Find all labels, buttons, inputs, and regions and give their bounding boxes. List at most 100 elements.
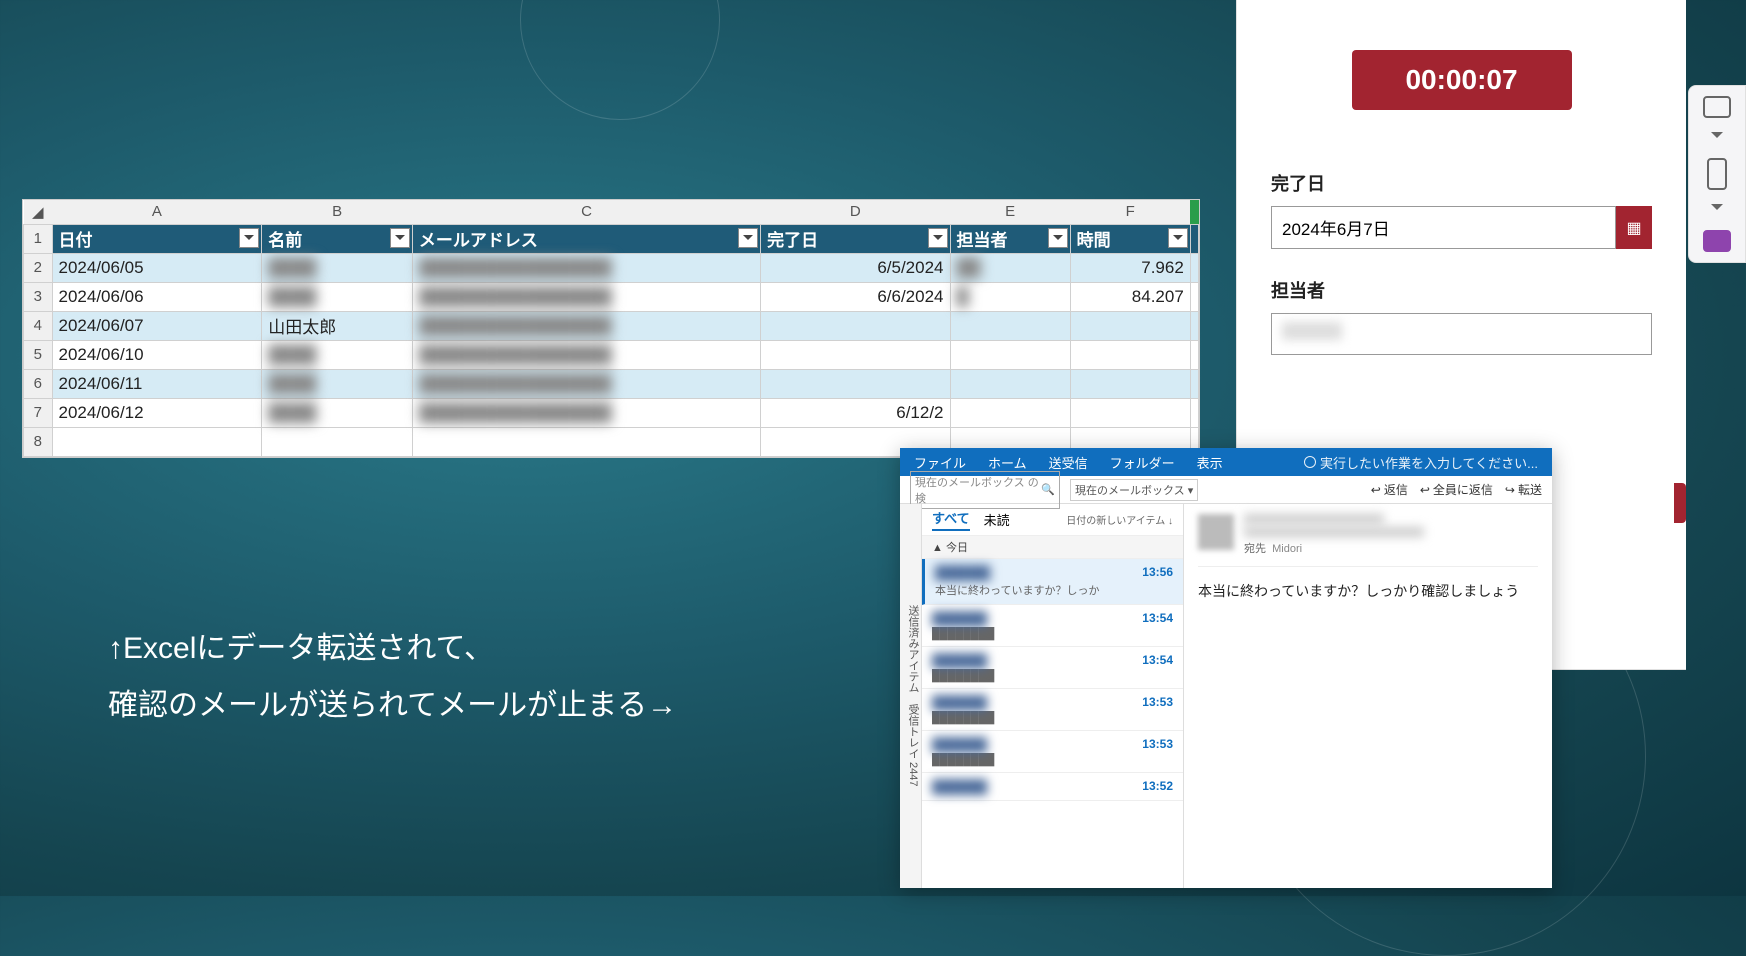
cell-name[interactable]: 山田太郎 [262, 311, 413, 340]
table-header-date[interactable]: 日付 [52, 224, 262, 253]
cell[interactable] [1190, 340, 1198, 369]
col-header-b[interactable]: B [262, 200, 413, 224]
cell-done[interactable] [761, 340, 950, 369]
mail-item[interactable]: ██████ 本当に終わっていますか？しっか 13:56 [922, 559, 1183, 605]
cell-assignee[interactable] [950, 311, 1070, 340]
cell[interactable] [52, 427, 262, 456]
cell-time[interactable]: 84.207 [1070, 282, 1190, 311]
outlook-folder-tab[interactable]: 送信済みアイテム 受信トレイ 2447 [900, 504, 922, 888]
cell-name[interactable]: ████ [262, 369, 413, 398]
cell-date[interactable]: 2024/06/05 [52, 253, 262, 282]
cell-name[interactable]: ████ [262, 253, 413, 282]
mail-item[interactable]: ██████ 13:52 [922, 773, 1183, 801]
cell-assignee[interactable] [950, 369, 1070, 398]
table-header-done[interactable]: 完了日 [761, 224, 950, 253]
col-header-a[interactable]: A [52, 200, 262, 224]
filter-dropdown-icon[interactable] [1168, 228, 1188, 248]
cell[interactable] [1190, 253, 1198, 282]
table-header-name[interactable]: 名前 [262, 224, 413, 253]
cell-time[interactable]: 7.962 [1070, 253, 1190, 282]
done-date-input[interactable]: 2024年6月7日 [1271, 206, 1616, 249]
cell[interactable] [1190, 311, 1198, 340]
row-header[interactable]: 7 [24, 398, 53, 427]
outlook-search-input[interactable]: 現在のメールボックス の検 🔍 [910, 471, 1060, 509]
filter-dropdown-icon[interactable] [390, 228, 410, 248]
date-picker-button[interactable]: ▦ [1616, 206, 1652, 249]
reply-all-button[interactable]: ↩全員に返信 [1420, 481, 1493, 498]
ribbon-tab-sendrecv[interactable]: 送受信 [1049, 453, 1088, 472]
mail-filter-all[interactable]: すべて [932, 508, 970, 531]
table-header-email[interactable]: メールアドレス [412, 224, 760, 253]
cell-time[interactable] [1070, 398, 1190, 427]
tell-me-input[interactable]: 実行したい作業を入力してください... [1304, 453, 1538, 472]
cell-email[interactable]: ████████████████ [412, 340, 760, 369]
ribbon-tab-folder[interactable]: フォルダー [1110, 453, 1175, 472]
cell[interactable] [1190, 369, 1198, 398]
col-header-g[interactable] [1190, 200, 1198, 224]
mail-sort-dropdown[interactable]: 日付の新しいアイテム ↓ [1066, 512, 1173, 527]
row-header[interactable]: 3 [24, 282, 53, 311]
cell-name[interactable]: ████ [262, 398, 413, 427]
cell-email[interactable]: ████████████████ [412, 311, 760, 340]
select-all-cell[interactable]: ◢ [24, 200, 53, 224]
filter-dropdown-icon[interactable] [1048, 228, 1068, 248]
cell-date[interactable]: 2024/06/06 [52, 282, 262, 311]
form-preview-icon[interactable] [1703, 230, 1731, 252]
cell-date[interactable]: 2024/06/07 [52, 311, 262, 340]
cell[interactable] [262, 427, 413, 456]
mail-item[interactable]: ██████████████ 13:54 [922, 605, 1183, 647]
row-header[interactable]: 6 [24, 369, 53, 398]
cell-assignee[interactable] [950, 340, 1070, 369]
ribbon-tab-view[interactable]: 表示 [1197, 453, 1223, 472]
cell-name[interactable]: ████ [262, 282, 413, 311]
cell-done[interactable]: 6/5/2024 [761, 253, 950, 282]
mail-item[interactable]: ██████████████ 13:53 [922, 689, 1183, 731]
cell-assignee[interactable]: █ [950, 282, 1070, 311]
cell[interactable] [1190, 282, 1198, 311]
cell-done[interactable]: 6/6/2024 [761, 282, 950, 311]
row-header[interactable]: 8 [24, 427, 53, 456]
filter-dropdown-icon[interactable] [738, 228, 758, 248]
cell-done[interactable]: 6/12/2 [761, 398, 950, 427]
col-header-d[interactable]: D [761, 200, 950, 224]
cell-email[interactable]: ████████████████ [412, 282, 760, 311]
mail-item[interactable]: ██████████████ 13:53 [922, 731, 1183, 773]
desktop-icon[interactable] [1703, 96, 1731, 118]
filter-dropdown-icon[interactable] [928, 228, 948, 248]
cell-time[interactable] [1070, 311, 1190, 340]
cell-date[interactable]: 2024/06/12 [52, 398, 262, 427]
reply-button[interactable]: ↩返信 [1371, 481, 1408, 498]
cell-assignee[interactable] [950, 398, 1070, 427]
cell-time[interactable] [1070, 369, 1190, 398]
mail-group-today[interactable]: ▲ 今日 [922, 536, 1183, 559]
cell-done[interactable] [761, 311, 950, 340]
table-header-time[interactable]: 時間 [1070, 224, 1190, 253]
search-scope-dropdown[interactable]: 現在のメールボックス ▾ [1070, 479, 1198, 501]
cell-date[interactable]: 2024/06/11 [52, 369, 262, 398]
cell-date[interactable]: 2024/06/10 [52, 340, 262, 369]
cell-name[interactable]: ████ [262, 340, 413, 369]
cell-email[interactable]: ████████████████ [412, 369, 760, 398]
row-header-1[interactable]: 1 [24, 224, 53, 253]
cell-time[interactable] [1070, 340, 1190, 369]
forward-button[interactable]: ↪転送 [1505, 481, 1542, 498]
cell[interactable] [412, 427, 760, 456]
col-header-f[interactable]: F [1070, 200, 1190, 224]
filter-dropdown-icon[interactable] [239, 228, 259, 248]
col-header-e[interactable]: E [950, 200, 1070, 224]
mail-item[interactable]: ██████████████ 13:54 [922, 647, 1183, 689]
col-header-c[interactable]: C [412, 200, 760, 224]
table-header-extra[interactable] [1190, 224, 1198, 253]
assignee-input[interactable] [1271, 313, 1652, 355]
cell-email[interactable]: ████████████████ [412, 253, 760, 282]
cell-assignee[interactable]: ██ [950, 253, 1070, 282]
row-header[interactable]: 5 [24, 340, 53, 369]
table-header-assignee[interactable]: 担当者 [950, 224, 1070, 253]
row-header[interactable]: 4 [24, 311, 53, 340]
ribbon-tab-file[interactable]: ファイル [914, 453, 966, 472]
cell[interactable] [1190, 398, 1198, 427]
ribbon-tab-home[interactable]: ホーム [988, 453, 1027, 472]
cell-email[interactable]: ████████████████ [412, 398, 760, 427]
mail-filter-unread[interactable]: 未読 [984, 510, 1010, 529]
cell-done[interactable] [761, 369, 950, 398]
